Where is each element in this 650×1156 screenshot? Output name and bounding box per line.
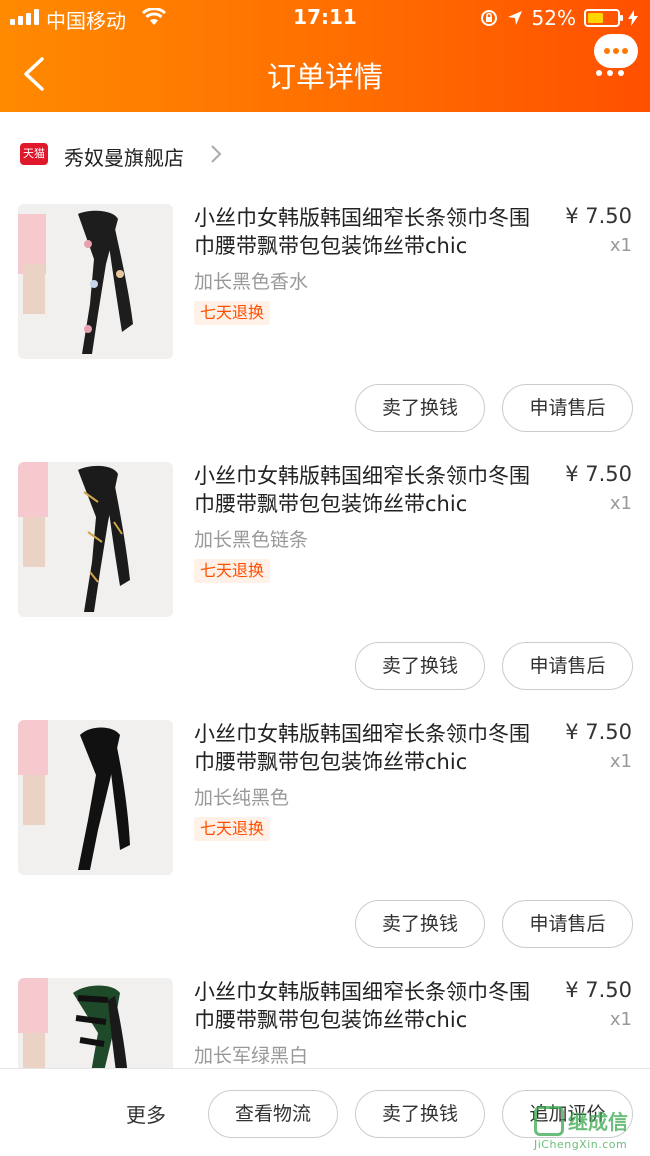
order-item[interactable]: 小丝巾女韩版韩国细窄长条领巾冬围巾腰带飘带包包装饰丝带chic ¥ 7.50 x… <box>0 978 650 1068</box>
message-icon[interactable] <box>594 34 638 68</box>
product-title[interactable]: 小丝巾女韩版韩国细窄长条领巾冬围巾腰带飘带包包装饰丝带chic <box>194 462 544 518</box>
product-quantity: x1 <box>609 235 632 256</box>
after-sales-button[interactable]: 申请售后 <box>502 384 633 432</box>
watermark-url: JiChengXin.com <box>534 1138 628 1151</box>
product-thumbnail[interactable] <box>18 204 173 359</box>
product-thumbnail[interactable] <box>18 978 173 1068</box>
chevron-right-icon <box>211 145 222 163</box>
sell-button[interactable]: 卖了换钱 <box>355 900 485 948</box>
product-price: ¥ 7.50 <box>565 720 632 744</box>
return-policy-tag: 七天退换 <box>194 817 271 841</box>
page-title: 订单详情 <box>266 60 383 94</box>
shop-name: 秀奴曼旗舰店 <box>64 146 184 170</box>
more-menu-icon[interactable] <box>596 70 624 76</box>
location-icon <box>507 11 522 25</box>
order-item[interactable]: 小丝巾女韩版韩国细窄长条领巾冬围巾腰带飘带包包装饰丝带chic ¥ 7.50 x… <box>0 204 650 462</box>
product-title[interactable]: 小丝巾女韩版韩国细窄长条领巾冬围巾腰带飘带包包装饰丝带chic <box>194 978 544 1034</box>
product-price: ¥ 7.50 <box>565 978 632 1002</box>
product-variant: 加长军绿黑白 <box>194 1045 309 1067</box>
shop-row[interactable]: 天猫 秀奴曼旗舰店 <box>0 120 650 190</box>
rotation-lock-icon <box>480 10 497 26</box>
product-quantity: x1 <box>609 751 632 772</box>
view-logistics-button[interactable]: 查看物流 <box>208 1090 338 1138</box>
order-item[interactable]: 小丝巾女韩版韩国细窄长条领巾冬围巾腰带飘带包包装饰丝带chic ¥ 7.50 x… <box>0 462 650 720</box>
more-button[interactable]: 更多 <box>126 1099 166 1128</box>
battery-icon <box>584 9 623 27</box>
watermark-text: 继成信 <box>568 1110 628 1134</box>
battery-percent: 52% <box>531 6 576 30</box>
return-policy-tag: 七天退换 <box>194 559 271 583</box>
return-policy-tag: 七天退换 <box>194 301 271 325</box>
product-price: ¥ 7.50 <box>565 204 632 228</box>
header-bar: 中国移动 17:11 52% 订单详情 <box>0 0 650 112</box>
product-thumbnail[interactable] <box>18 462 173 617</box>
product-thumbnail[interactable] <box>18 720 173 875</box>
product-variant: 加长黑色链条 <box>194 529 309 551</box>
product-variant: 加长纯黑色 <box>194 787 290 809</box>
product-title[interactable]: 小丝巾女韩版韩国细窄长条领巾冬围巾腰带飘带包包装饰丝带chic <box>194 204 544 260</box>
watermark-logo: 继成信 JiChengXin.com <box>530 1104 646 1152</box>
product-title[interactable]: 小丝巾女韩版韩国细窄长条领巾冬围巾腰带飘带包包装饰丝带chic <box>194 720 544 776</box>
sell-button[interactable]: 卖了换钱 <box>355 384 485 432</box>
product-variant: 加长黑色香水 <box>194 271 309 293</box>
order-item[interactable]: 小丝巾女韩版韩国细窄长条领巾冬围巾腰带飘带包包装饰丝带chic ¥ 7.50 x… <box>0 720 650 978</box>
sell-button[interactable]: 卖了换钱 <box>355 642 485 690</box>
product-quantity: x1 <box>609 493 632 514</box>
after-sales-button[interactable]: 申请售后 <box>502 642 633 690</box>
tmall-badge: 天猫 <box>20 143 48 165</box>
status-bar: 中国移动 17:11 52% <box>0 0 650 36</box>
product-quantity: x1 <box>609 1009 632 1030</box>
charging-icon <box>628 10 638 26</box>
after-sales-button[interactable]: 申请售后 <box>502 900 633 948</box>
sell-button[interactable]: 卖了换钱 <box>355 1090 485 1138</box>
product-price: ¥ 7.50 <box>565 462 632 486</box>
